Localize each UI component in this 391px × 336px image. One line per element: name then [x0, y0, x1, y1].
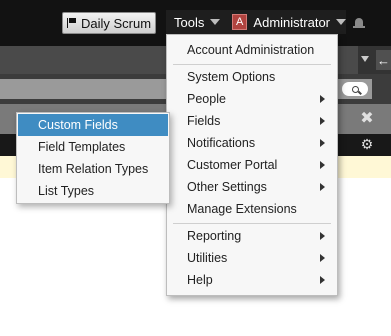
- submenu-item-item-relation-types[interactable]: Item Relation Types: [18, 158, 168, 180]
- menu-item-label: Fields: [187, 114, 221, 128]
- submenu-item-list-types[interactable]: List Types: [18, 180, 168, 202]
- submenu-item-label: Item Relation Types: [38, 162, 149, 176]
- submenu-item-field-templates[interactable]: Field Templates: [18, 136, 168, 158]
- submenu-arrow-icon: [320, 276, 325, 284]
- gear-icon[interactable]: ⚙: [360, 137, 374, 151]
- submenu-item-label: Custom Fields: [38, 118, 118, 132]
- menu-item-help[interactable]: Help: [167, 269, 337, 291]
- menu-separator: [173, 64, 331, 65]
- submenu-arrow-icon: [320, 254, 325, 262]
- daily-scrum-button[interactable]: Daily Scrum: [62, 12, 156, 34]
- tools-dropdown-menu: Account Administration System Options Pe…: [166, 34, 338, 296]
- close-icon[interactable]: ✖: [358, 106, 376, 130]
- submenu-arrow-icon: [320, 95, 325, 103]
- menu-item-label: Utilities: [187, 251, 228, 265]
- chevron-down-icon: [336, 19, 346, 25]
- fields-submenu: Custom Fields Field Templates Item Relat…: [16, 112, 170, 204]
- menu-item-system-options[interactable]: System Options: [167, 66, 337, 88]
- menu-item-label: Other Settings: [187, 180, 267, 194]
- menu-item-people[interactable]: People: [167, 88, 337, 110]
- submenu-arrow-icon: [320, 139, 325, 147]
- menu-separator: [173, 223, 331, 224]
- search-button[interactable]: [342, 82, 368, 96]
- menu-item-label: People: [187, 92, 226, 106]
- submenu-arrow-icon: [320, 183, 325, 191]
- menu-item-reporting[interactable]: Reporting: [167, 225, 337, 247]
- filter-icon[interactable]: [361, 56, 369, 62]
- menu-item-label: Notifications: [187, 136, 256, 150]
- submenu-item-custom-fields[interactable]: Custom Fields: [18, 114, 168, 136]
- flag-icon: [66, 18, 77, 28]
- avatar: A: [232, 14, 248, 30]
- tools-label: Tools: [174, 14, 205, 30]
- menu-item-label: Manage Extensions: [187, 202, 297, 216]
- menu-item-label: Help: [187, 273, 213, 287]
- chevron-down-icon: [210, 19, 221, 25]
- administrator-menu-button[interactable]: A Administrator: [228, 10, 346, 34]
- administrator-label: Administrator: [253, 14, 330, 30]
- tools-menu-button[interactable]: Tools: [166, 10, 228, 34]
- menu-item-label: Account Administration: [187, 43, 315, 57]
- menu-item-other-settings[interactable]: Other Settings: [167, 176, 337, 198]
- daily-scrum-label: Daily Scrum: [80, 15, 152, 31]
- arrow-left-icon[interactable]: ←: [376, 50, 391, 70]
- submenu-arrow-icon: [320, 161, 325, 169]
- menu-item-label: Reporting: [187, 229, 242, 243]
- menu-item-notifications[interactable]: Notifications: [167, 132, 337, 154]
- notifications-button[interactable]: [349, 12, 369, 32]
- menu-item-label: Customer Portal: [187, 158, 278, 172]
- submenu-arrow-icon: [320, 117, 325, 125]
- menu-item-label: System Options: [187, 70, 276, 84]
- bell-icon: [353, 18, 365, 28]
- submenu-item-label: Field Templates: [38, 140, 126, 154]
- menu-item-fields[interactable]: Fields: [167, 110, 337, 132]
- search-icon: [351, 85, 359, 93]
- menu-item-utilities[interactable]: Utilities: [167, 247, 337, 269]
- menu-item-account-administration[interactable]: Account Administration: [167, 39, 337, 61]
- submenu-arrow-icon: [320, 232, 325, 240]
- menu-item-manage-extensions[interactable]: Manage Extensions: [167, 198, 337, 220]
- menu-item-customer-portal[interactable]: Customer Portal: [167, 154, 337, 176]
- submenu-item-label: List Types: [38, 184, 95, 198]
